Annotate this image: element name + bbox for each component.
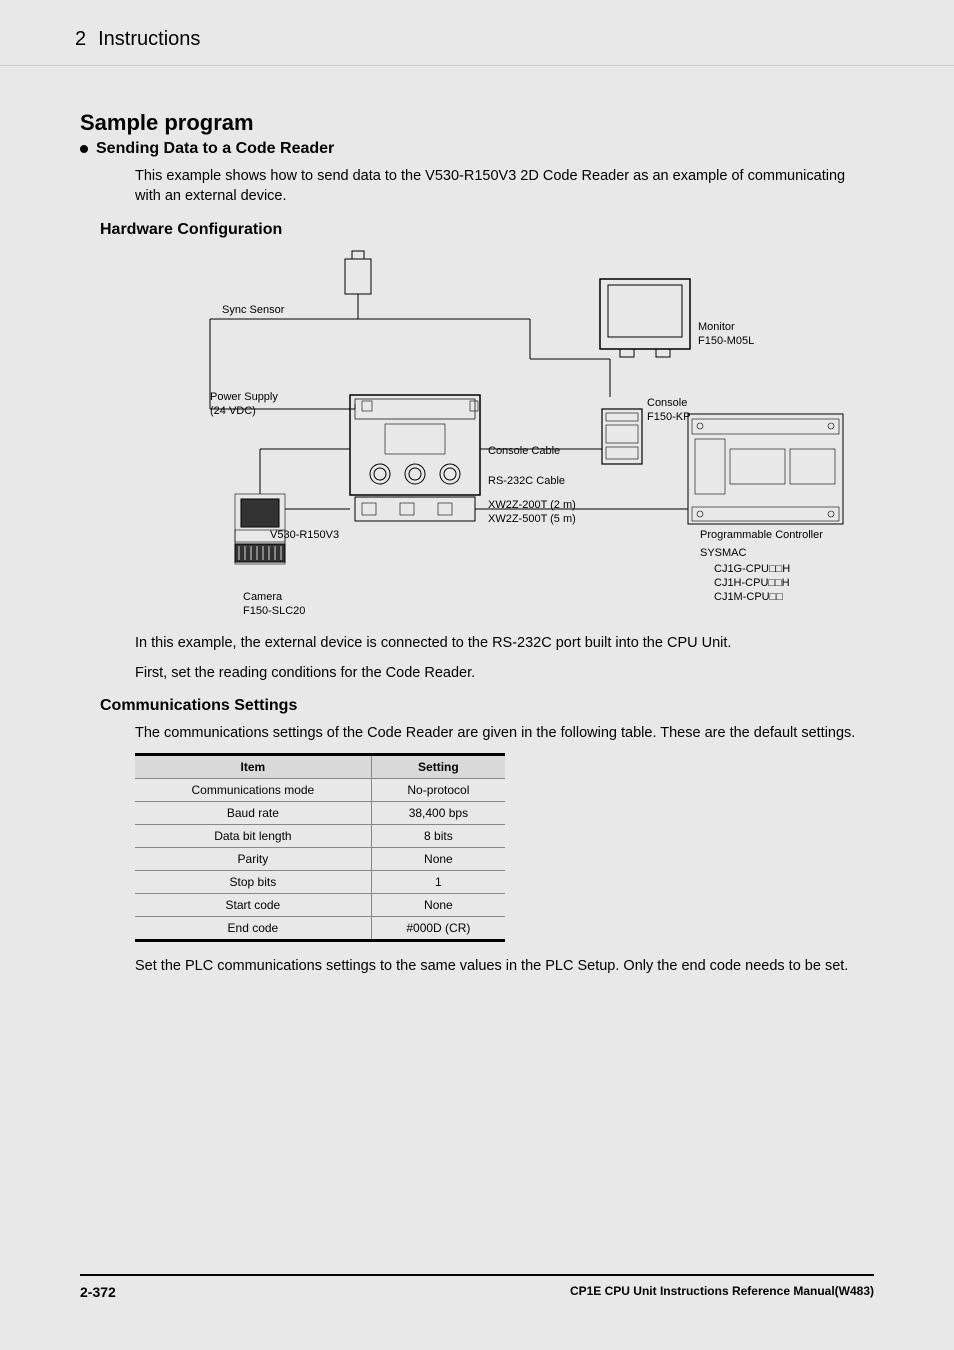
- th-setting: Setting: [371, 755, 505, 779]
- lbl-camera-model: F150-SLC20: [243, 605, 305, 619]
- comm-settings-table: Item Setting Communications modeNo-proto…: [135, 753, 505, 942]
- cell-item: Data bit length: [135, 825, 371, 848]
- hardware-diagram: Sync Sensor Monitor F150-M05L Power Supp…: [180, 249, 880, 619]
- content: Sample program Sending Data to a Code Re…: [80, 110, 874, 987]
- cell-setting: #000D (CR): [371, 917, 505, 941]
- lbl-v530: V530-R150V3: [270, 529, 339, 543]
- lbl-rs232c: RS-232C Cable: [488, 475, 565, 489]
- footer-manual: CP1E CPU Unit Instructions Reference Man…: [570, 1284, 874, 1300]
- table-row: Stop bits1: [135, 871, 505, 894]
- chapter-number: 2: [75, 28, 86, 51]
- th-item: Item: [135, 755, 371, 779]
- hw-config-heading: Hardware Configuration: [100, 221, 874, 239]
- subsection-row: Sending Data to a Code Reader: [80, 140, 874, 158]
- table-row: Communications modeNo-protocol: [135, 779, 505, 802]
- cell-item: Communications mode: [135, 779, 371, 802]
- para-mid1: In this example, the external device is …: [135, 633, 874, 653]
- lbl-cj1g: CJ1G-CPU□□H: [714, 563, 790, 577]
- cell-setting: No-protocol: [371, 779, 505, 802]
- table-row: End code#000D (CR): [135, 917, 505, 941]
- lbl-xw2z1: XW2Z-200T (2 m): [488, 499, 576, 513]
- para-end: Set the PLC communications settings to t…: [135, 956, 874, 976]
- header-text: 2 Instructions: [75, 18, 954, 51]
- cell-setting: 8 bits: [371, 825, 505, 848]
- lbl-monitor-model: F150-M05L: [698, 335, 754, 349]
- lbl-console: Console: [647, 397, 687, 411]
- cell-item: Parity: [135, 848, 371, 871]
- cell-setting: None: [371, 894, 505, 917]
- para-comm: The communications settings of the Code …: [135, 723, 874, 743]
- cell-item: Baud rate: [135, 802, 371, 825]
- cell-setting: None: [371, 848, 505, 871]
- table-row: Data bit length8 bits: [135, 825, 505, 848]
- lbl-camera: Camera: [243, 591, 282, 605]
- lbl-power-supply-sub: (24 VDC): [210, 405, 256, 419]
- chapter-title: Instructions: [98, 28, 200, 50]
- table-row: Start codeNone: [135, 894, 505, 917]
- table-row: Baud rate38,400 bps: [135, 802, 505, 825]
- cell-item: End code: [135, 917, 371, 941]
- lbl-console-model: F150-KP: [647, 411, 690, 425]
- bullet-icon: [80, 145, 88, 153]
- cell-setting: 1: [371, 871, 505, 894]
- para-mid2: First, set the reading conditions for th…: [135, 663, 874, 683]
- cell-setting: 38,400 bps: [371, 802, 505, 825]
- lbl-monitor: Monitor: [698, 321, 735, 335]
- page: 2 Instructions Sample program Sending Dat…: [0, 0, 954, 1350]
- lbl-sync-sensor: Sync Sensor: [222, 304, 284, 318]
- page-footer: 2-372 CP1E CPU Unit Instructions Referen…: [80, 1274, 874, 1300]
- lbl-cj1m: CJ1M-CPU□□: [714, 591, 783, 605]
- subsection-title: Sending Data to a Code Reader: [96, 140, 334, 158]
- lbl-sysmac: SYSMAC: [700, 547, 746, 561]
- cell-item: Start code: [135, 894, 371, 917]
- section-title: Sample program: [80, 110, 874, 136]
- footer-page-number: 2-372: [80, 1284, 116, 1300]
- lbl-cj1h: CJ1H-CPU□□H: [714, 577, 790, 591]
- page-header: 2 Instructions: [0, 18, 954, 66]
- intro-paragraph: This example shows how to send data to t…: [135, 166, 874, 207]
- lbl-xw2z2: XW2Z-500T (5 m): [488, 513, 576, 527]
- lbl-prog-ctrl: Programmable Controller: [700, 529, 823, 543]
- table-row: ParityNone: [135, 848, 505, 871]
- cell-item: Stop bits: [135, 871, 371, 894]
- comm-settings-heading: Communications Settings: [100, 697, 874, 715]
- lbl-console-cable: Console Cable: [488, 445, 560, 459]
- lbl-power-supply: Power Supply: [210, 391, 278, 405]
